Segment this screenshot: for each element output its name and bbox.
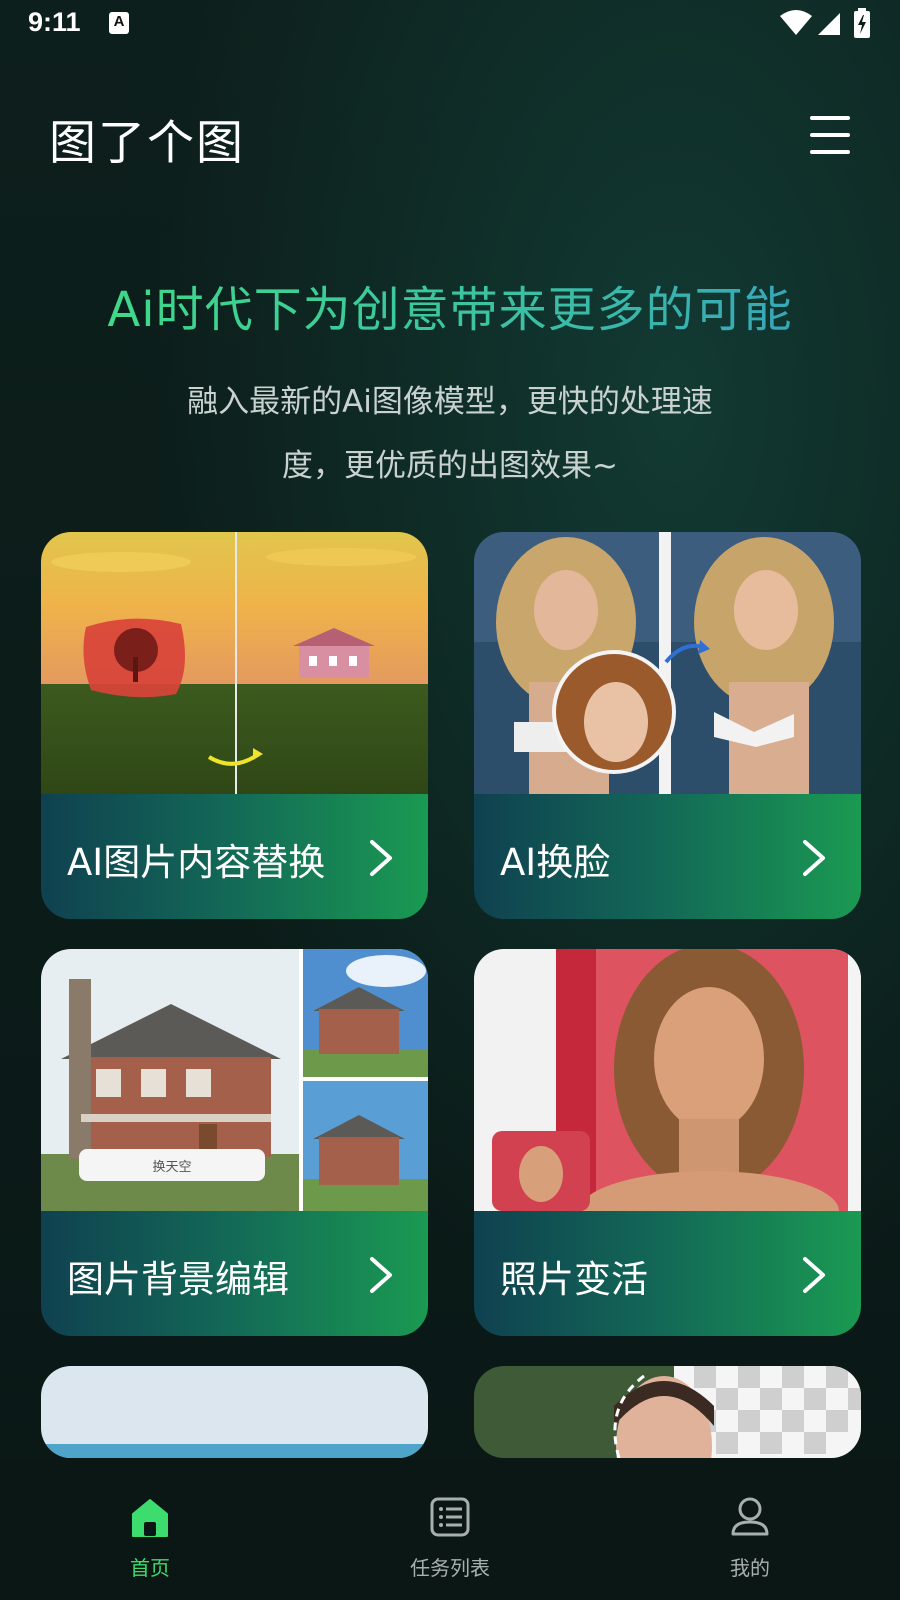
bottom-tab-bar: 首页 任务列表 我的 [0, 1460, 900, 1600]
card-label: 图片背景编辑 [67, 1258, 289, 1301]
tab-home[interactable]: 首页 [50, 1460, 250, 1600]
battery-icon [854, 8, 870, 38]
hero-subline-line-1: 融入最新的Ai图像模型，更快的处理速 [187, 384, 713, 420]
card-photo-animate[interactable]: 照片变活 [474, 949, 861, 1336]
chevron-right-icon [803, 840, 825, 876]
chevron-right-icon [370, 1257, 392, 1293]
card-image-sea [41, 1366, 428, 1458]
card-ai-content-replace[interactable]: AI图片内容替换 [41, 532, 428, 919]
chevron-right-icon [370, 840, 392, 876]
hero-subline-line-2: 度，更优质的出图效果~ [282, 448, 618, 484]
card-label: AI图片内容替换 [67, 841, 326, 884]
home-icon [132, 1499, 168, 1537]
hero-headline-text: Ai时代下为创意带来更多的可能 [107, 282, 793, 338]
signal-icon [818, 13, 840, 35]
card-ai-face-swap[interactable]: AI换脸 [474, 532, 861, 919]
hero-subline: 融入最新的Ai图像模型，更快的处理速 度，更优质的出图效果~ [150, 370, 750, 498]
card-bar: 图片背景编辑 [41, 1211, 428, 1336]
card-bar: AI换脸 [474, 794, 861, 919]
image-caption: 换天空 [152, 1160, 191, 1175]
card-image-photo-animate [474, 949, 861, 1211]
tab-profile[interactable]: 我的 [650, 1460, 850, 1600]
chevron-right-icon [803, 1257, 825, 1293]
card-partial-sea[interactable] [41, 1366, 428, 1458]
task-list-icon [430, 1497, 470, 1537]
card-label: 照片变活 [500, 1258, 648, 1301]
status-time: 9:11 [28, 7, 81, 37]
status-bar: 9:11 A [0, 0, 900, 50]
card-background-edit[interactable]: 换天空 图片背景编辑 [41, 949, 428, 1336]
profile-icon [731, 1497, 769, 1536]
hero-headline: Ai时代下为创意带来更多的可能 [0, 270, 900, 340]
card-image-content-replace [41, 532, 428, 794]
card-partial-cutout[interactable] [474, 1366, 861, 1458]
card-label: AI换脸 [500, 841, 611, 884]
card-bar: 照片变活 [474, 1211, 861, 1336]
card-image-background-edit: 换天空 [41, 949, 428, 1211]
notification-icon: A [109, 12, 129, 34]
tab-label: 我的 [730, 1556, 770, 1580]
card-bar: AI图片内容替换 [41, 794, 428, 919]
tab-label: 任务列表 [410, 1556, 490, 1580]
card-image-face-swap [474, 532, 861, 794]
card-image-cutout [474, 1366, 861, 1458]
wifi-icon [780, 10, 812, 35]
tab-task-list[interactable]: 任务列表 [350, 1460, 550, 1600]
hamburger-menu-line [810, 133, 850, 137]
app-title: 图了个图 [49, 116, 245, 171]
hamburger-menu-line [810, 150, 850, 154]
tab-label: 首页 [130, 1556, 170, 1580]
menu-button[interactable] [808, 116, 852, 156]
hamburger-menu-icon [810, 116, 850, 120]
